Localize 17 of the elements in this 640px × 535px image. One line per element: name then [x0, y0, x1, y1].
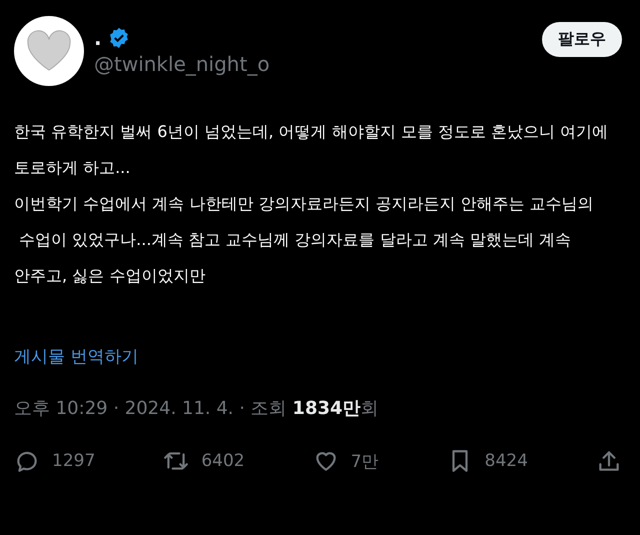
post-text-line: 토로하게 하고... — [14, 157, 132, 179]
follow-button[interactable]: 팔로우 — [542, 22, 622, 57]
post-metadata: 오후 10:29 · 2024. 11. 4. · 조회 1834만회 — [14, 397, 380, 420]
reply-button[interactable]: 1297 — [14, 448, 96, 474]
post-text-line: 안주고, 싫은 수업이었지만 — [14, 265, 206, 287]
like-button[interactable]: 7만 — [312, 448, 379, 474]
share-icon — [596, 448, 622, 474]
post-text-line: 수업이 있었구나...계속 참고 교수님께 강의자료를 달라고 계속 말했는데 계속 — [18, 229, 572, 251]
share-button[interactable] — [596, 448, 622, 474]
post-text-line: 한국 유학한지 벌써 6년이 넘었는데, 어떻게 해야할지 모를 정도로 혼났으니 여기에 — [14, 121, 610, 143]
display-name[interactable]: . — [94, 26, 102, 50]
repost-button[interactable]: 6402 — [163, 448, 245, 474]
post-text-line: 이번학기 수업에서 계속 나한테만 강의자료라든지 공지라든지 안해주는 교수님의 — [14, 193, 595, 215]
translate-link[interactable]: 게시물 번역하기 — [14, 345, 622, 368]
user-handle[interactable]: @twinkle_night_o — [94, 52, 532, 76]
heart-icon — [26, 30, 72, 72]
bookmark-button[interactable]: 8424 — [446, 448, 528, 474]
